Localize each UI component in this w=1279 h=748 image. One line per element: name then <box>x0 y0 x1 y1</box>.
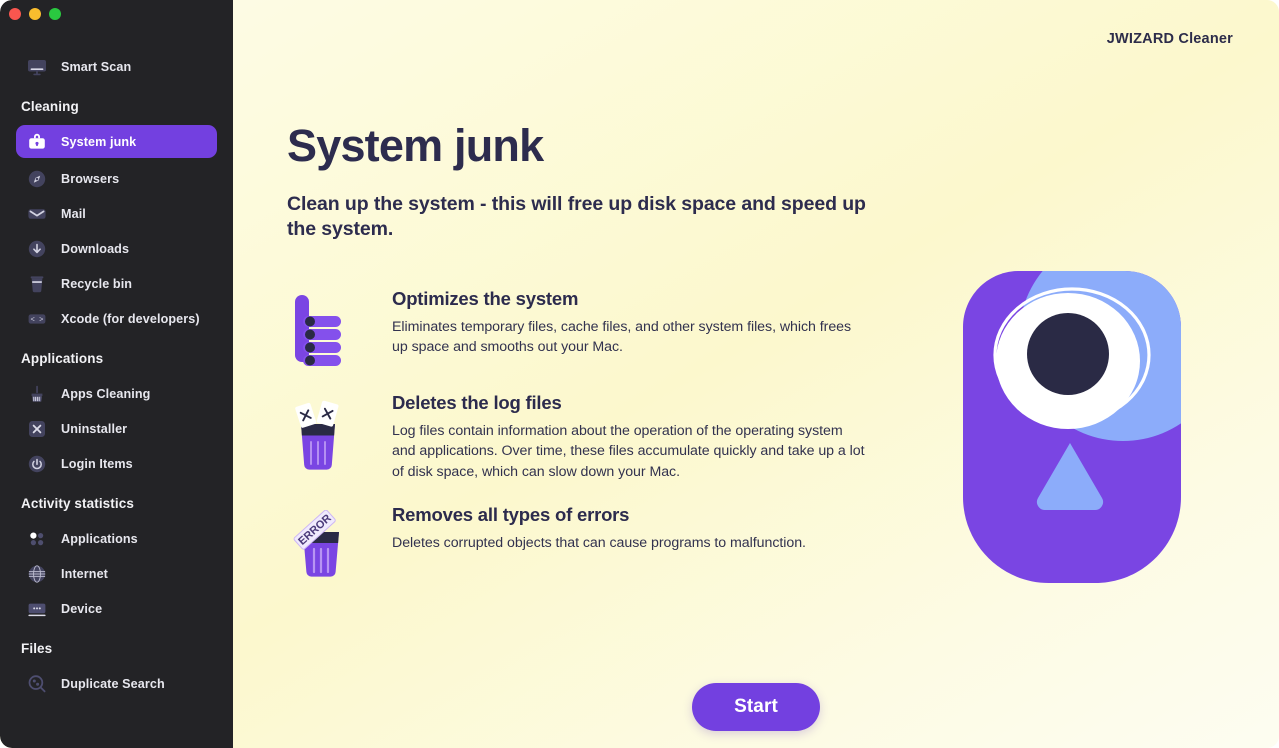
sidebar: Smart Scan Cleaning System junk Browsers… <box>0 0 233 748</box>
start-button[interactable]: Start <box>692 683 820 731</box>
sidebar-item-smart-scan[interactable]: Smart Scan <box>16 50 217 83</box>
sidebar-section-activity-statistics: Activity statistics <box>21 496 134 511</box>
envelope-icon <box>26 203 48 225</box>
device-icon <box>26 598 48 620</box>
sidebar-item-label: Xcode (for developers) <box>61 311 200 326</box>
app-window: Smart Scan Cleaning System junk Browsers… <box>0 0 1279 748</box>
power-icon <box>26 453 48 475</box>
sidebar-section-cleaning: Cleaning <box>21 99 79 114</box>
sidebar-item-login-items[interactable]: Login Items <box>16 447 217 480</box>
trash-error-icon: ERROR <box>287 504 392 582</box>
thumbs-up-icon <box>287 288 392 370</box>
window-controls <box>9 8 61 20</box>
sidebar-item-xcode[interactable]: < > Xcode (for developers) <box>16 302 217 335</box>
sidebar-item-duplicate-search[interactable]: Duplicate Search <box>16 667 217 700</box>
monitor-icon <box>26 56 48 78</box>
code-brackets-icon: < > <box>26 308 48 330</box>
eye-robot-illustration <box>945 265 1199 589</box>
broom-icon <box>26 383 48 405</box>
sidebar-item-label: Downloads <box>61 241 130 256</box>
sidebar-item-label: Recycle bin <box>61 276 133 291</box>
feature-item: Optimizes the system Eliminates temporar… <box>287 288 867 370</box>
feature-item: ERROR Removes all types of errors Delete… <box>287 504 867 582</box>
trash-icon <box>26 273 48 295</box>
sidebar-section-files: Files <box>21 641 53 656</box>
sidebar-item-label: Internet <box>61 566 108 581</box>
sidebar-item-applications[interactable]: Applications <box>16 522 217 555</box>
sidebar-item-label: Mail <box>61 206 86 221</box>
feature-description: Deletes corrupted objects that can cause… <box>392 534 806 551</box>
magnifier-shapes-icon <box>26 673 48 695</box>
globe-icon <box>26 563 48 585</box>
feature-title: Optimizes the system <box>392 288 579 309</box>
maximize-button[interactable] <box>49 8 61 20</box>
sidebar-item-label: Apps Cleaning <box>61 386 151 401</box>
brand-title: JWIZARD Cleaner <box>1106 31 1233 47</box>
trash-papers-icon <box>287 392 392 482</box>
sidebar-item-label: Browsers <box>61 171 120 186</box>
sidebar-item-browsers[interactable]: Browsers <box>16 162 217 195</box>
feature-title: Removes all types of errors <box>392 503 630 525</box>
page-title: System junk <box>287 120 544 171</box>
main-content: JWIZARD Cleaner System junk Clean up the… <box>233 0 1279 748</box>
dots-grid-icon <box>26 528 48 550</box>
sidebar-item-device[interactable]: Device <box>16 592 217 625</box>
svg-text:< >: < > <box>31 316 44 324</box>
compass-icon <box>26 168 48 190</box>
feature-list: Optimizes the system Eliminates temporar… <box>287 288 867 604</box>
feature-item: Deletes the log files Log files contain … <box>287 392 867 482</box>
feature-description: Log files contain information about the … <box>392 423 865 480</box>
sidebar-item-system-junk[interactable]: System junk <box>16 125 217 158</box>
sidebar-item-label: Uninstaller <box>61 421 128 436</box>
sidebar-item-label: Device <box>61 601 103 616</box>
toolbox-icon <box>26 131 48 153</box>
sidebar-item-label: Duplicate Search <box>61 676 165 691</box>
feature-description: Eliminates temporary files, cache files,… <box>392 319 852 356</box>
feature-title: Deletes the log files <box>392 392 562 413</box>
sidebar-item-uninstaller[interactable]: Uninstaller <box>16 412 217 445</box>
sidebar-item-internet[interactable]: Internet <box>16 557 217 590</box>
sidebar-item-label: Applications <box>61 531 138 546</box>
sidebar-item-label: Login Items <box>61 456 133 471</box>
x-square-icon <box>26 418 48 440</box>
sidebar-item-label: Smart Scan <box>61 59 132 74</box>
sidebar-item-recycle-bin[interactable]: Recycle bin <box>16 267 217 300</box>
minimize-button[interactable] <box>29 8 41 20</box>
sidebar-section-applications: Applications <box>21 351 104 366</box>
sidebar-nav: Smart Scan Cleaning System junk Browsers… <box>0 50 233 700</box>
page-subtitle: Clean up the system - this will free up … <box>287 193 866 241</box>
sidebar-item-label: System junk <box>61 134 137 149</box>
sidebar-item-mail[interactable]: Mail <box>16 197 217 230</box>
sidebar-item-apps-cleaning[interactable]: Apps Cleaning <box>16 377 217 410</box>
download-arrow-icon <box>26 238 48 260</box>
close-button[interactable] <box>9 8 21 20</box>
sidebar-item-downloads[interactable]: Downloads <box>16 232 217 265</box>
